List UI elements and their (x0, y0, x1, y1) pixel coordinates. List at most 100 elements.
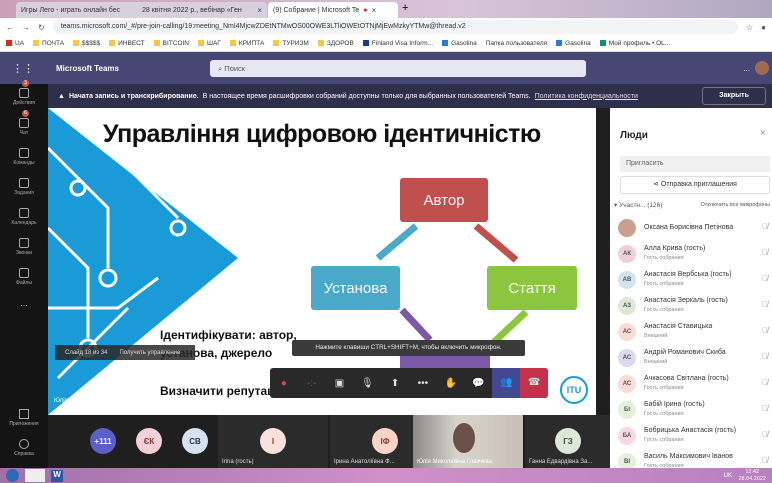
rail-item-teams[interactable]: Команды (0, 144, 48, 174)
new-tab-button[interactable]: + (402, 2, 408, 14)
bookmark[interactable]: Мой профиль • OL... (599, 40, 670, 47)
participants-section[interactable]: ▾ Участн... (126) (614, 201, 662, 209)
language-indicator[interactable]: UK (724, 473, 732, 479)
more-actions-icon[interactable]: ••• (409, 378, 437, 389)
invite-input[interactable]: Пригласить (620, 156, 770, 172)
word-icon[interactable]: W (51, 469, 63, 482)
banner-text: В настоящее время расшифровки собраний д… (202, 92, 531, 100)
hang-up-button[interactable]: ☎ (520, 368, 548, 398)
user-avatar[interactable] (755, 61, 769, 75)
bookmark[interactable]: ПОЧТА (33, 40, 64, 47)
bookmark[interactable]: ИНВЕСТ (109, 40, 145, 47)
rail-item-help[interactable]: Справка (0, 439, 48, 457)
video-tile[interactable]: І Irina (гость) (218, 415, 328, 468)
rail-item-apps[interactable]: Приложения (0, 409, 48, 427)
bookmark[interactable]: UA (6, 40, 24, 47)
more-participants[interactable]: +111 (90, 428, 116, 454)
participant-name: Анастасія Ставицька (644, 323, 713, 330)
rail-item-calls[interactable]: Звонки (0, 234, 48, 264)
camera-off-icon[interactable]: ▣ (326, 378, 354, 389)
rail-item-chat[interactable]: Чат (0, 114, 48, 144)
video-tile[interactable]: ГЗ Ганна Едвардівна За... (525, 415, 610, 468)
profile-avatar[interactable]: ● (761, 23, 766, 32)
participant-role: Гость собрания (644, 255, 684, 261)
participant-row[interactable]: АК Алла Крива (гость) Гость собрания 🎙̸ (618, 242, 768, 268)
participant-name: Алла Крива (гость) (644, 245, 706, 252)
participant-row[interactable]: Оксана Борисівна Петінова 🎙̸ (618, 216, 768, 242)
video-tile-camera[interactable]: Юлія Миколаївна Глазчева (413, 415, 523, 468)
timer: -:- (306, 377, 317, 389)
raise-hand-icon[interactable]: ✋ (437, 378, 465, 389)
reload-icon[interactable]: ↻ (38, 23, 45, 32)
back-icon[interactable]: ← (6, 23, 14, 32)
bookmark[interactable]: $$$$$ (73, 40, 100, 47)
recording-icon: ● (363, 6, 368, 14)
bookmark[interactable]: Gasolina (556, 40, 591, 47)
participant-row[interactable]: БА Бобрицька Анастасія (гость) Гость собра… (618, 424, 768, 450)
close-banner-button[interactable]: Закрыть (702, 87, 766, 105)
bookmark[interactable]: ТУРИЗМ (273, 40, 309, 47)
close-tab-icon[interactable]: × (257, 6, 262, 15)
avatar (618, 219, 636, 237)
close-tab-icon[interactable]: × (371, 6, 376, 15)
url-input[interactable]: teams.microsoft.com/_#/pre-join-calling/… (52, 20, 738, 34)
participant-row[interactable]: АС Андрій Романович Скиба Внешний 🎙̸ (618, 346, 768, 372)
rail-more[interactable]: ... (0, 294, 48, 324)
bookmark[interactable]: ЗДОРОВ (317, 40, 354, 47)
privacy-link[interactable]: Политика конфиденциальности (535, 93, 638, 100)
rail-item-files[interactable]: Файлы (0, 264, 48, 294)
participant-role: Гость собрания (644, 385, 684, 391)
participant-role: Гость собрания (644, 411, 684, 417)
participant-row[interactable]: АС Ачкасова Світлана (гость) Гость собрани… (618, 372, 768, 398)
slide-text: Визначити репутацію (160, 384, 289, 398)
bookmark[interactable]: ШАГ (198, 40, 221, 47)
rail-item-calendar[interactable]: Календарь (0, 204, 48, 234)
avatar: АЗ (618, 297, 636, 315)
calendar-icon (19, 208, 29, 218)
participant-name: Анастасія Вербська (гость) (644, 271, 732, 278)
mute-all-button[interactable]: Отключить все микрофоны (701, 202, 770, 208)
browser-tab[interactable]: Игры Лего - играть онлайн бес× (16, 2, 146, 18)
recording-icon: ● (280, 377, 287, 389)
meeting-toolbar: ● -:- ▣ 🎙 ⬆ ••• ✋ 💬 👥 ☎ (270, 368, 548, 398)
start-button[interactable] (6, 469, 19, 482)
file-icon (19, 268, 29, 278)
bookmark[interactable]: Папка пользователя (486, 40, 547, 47)
participants-icon[interactable]: 👥 (492, 368, 521, 398)
app-rail: Действия Чат Команды Задания Календарь З… (0, 80, 48, 468)
app-launcher-icon[interactable]: ⋮⋮ (12, 62, 34, 75)
bookmark[interactable]: BITCOIN (153, 40, 189, 47)
bookmark[interactable]: Finland Visa Inform... (362, 40, 433, 47)
box-author: Автор (400, 178, 488, 222)
participant-row[interactable]: АС Анастасія Ставицька Внешний 🎙̸ (618, 320, 768, 346)
participant-name: Оксана Борисівна Петінова (644, 224, 734, 231)
close-panel-icon[interactable]: × (760, 128, 766, 139)
tab-title: (9) Собрание | Microsoft Te (273, 6, 360, 14)
share-invite-button[interactable]: ⋖ Отправка приглашения (620, 176, 770, 194)
chat-icon[interactable]: 💬 (465, 378, 493, 389)
taskbar-app[interactable] (25, 469, 45, 482)
mic-off-icon[interactable]: 🎙 (353, 378, 381, 389)
rail-item-assignments[interactable]: Задания (0, 174, 48, 204)
app-name: Microsoft Teams (56, 63, 119, 73)
star-icon[interactable]: ☆ (746, 23, 753, 32)
tab-title: Игры Лего - играть онлайн бес (21, 6, 121, 14)
participant-row[interactable]: БІ Бабій Ірина (гость) Гость собрания 🎙̸ (618, 398, 768, 424)
forward-icon[interactable]: → (22, 23, 30, 32)
participant-role: Гость собрания (644, 437, 684, 443)
bookmark[interactable]: КРИПТА (229, 40, 264, 47)
take-control-button[interactable]: Получить управление (119, 350, 180, 356)
mic-off-icon: 🎙̸ (762, 274, 768, 283)
mic-off-icon: 🎙̸ (762, 456, 768, 465)
more-options-button[interactable]: ... (743, 64, 750, 73)
help-icon (19, 439, 29, 449)
browser-tab[interactable]: 28 квітня 2022 р., вебінар «Ген × (137, 2, 267, 18)
participant-role: Гость собрания (644, 307, 684, 313)
share-screen-icon[interactable]: ⬆ (381, 378, 409, 389)
search-input[interactable]: ⌕ Поиск (210, 60, 586, 77)
participant-row[interactable]: АЗ Анастасія Зеркаль (гость) Гость собрани… (618, 294, 768, 320)
phone-icon (19, 238, 29, 248)
bookmark[interactable]: Gasolina (442, 40, 477, 47)
participant-row[interactable]: АВ Анастасія Вербська (гость) Гость собран… (618, 268, 768, 294)
browser-tab-active[interactable]: (9) Собрание | Microsoft Te ● × (268, 2, 398, 18)
